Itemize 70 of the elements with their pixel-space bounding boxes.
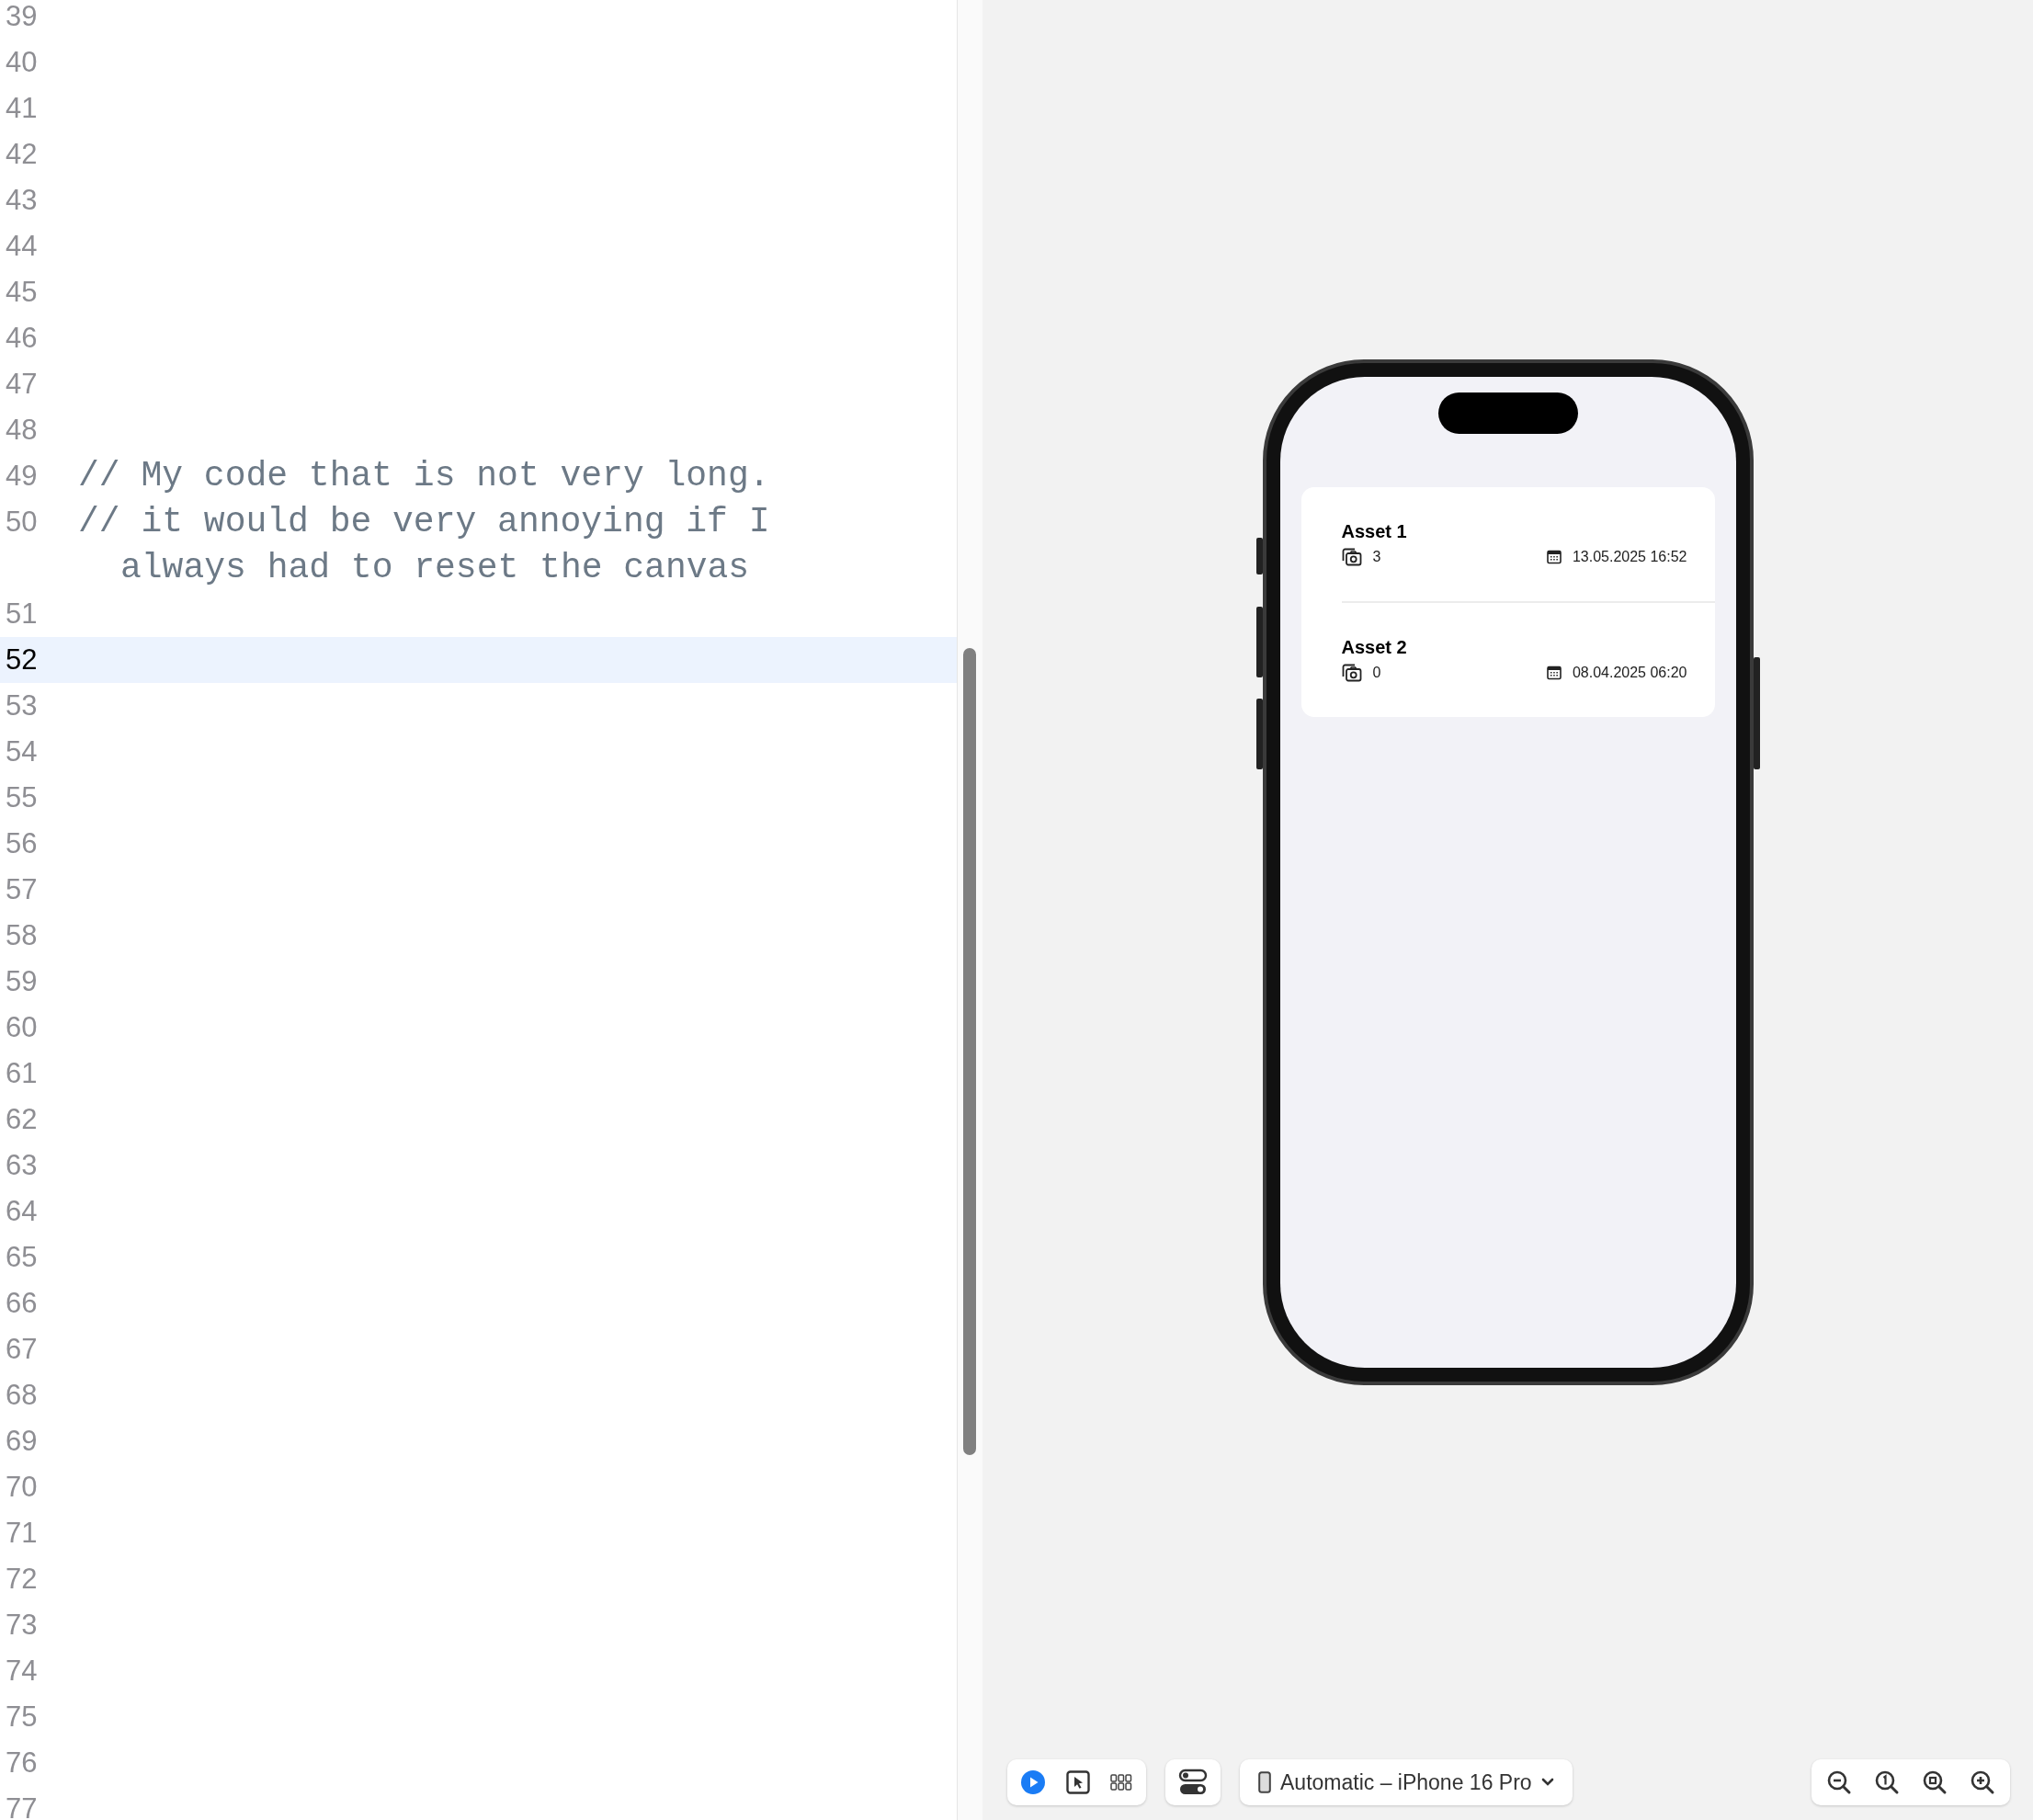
line-number: 62: [5, 1102, 39, 1137]
phone-icon: [1258, 1771, 1271, 1793]
zoom-fit-button[interactable]: [1922, 1769, 1948, 1795]
magnifier-icon: [1970, 1769, 1995, 1795]
line-number: 71: [5, 1516, 39, 1551]
line-number: 57: [5, 872, 39, 907]
line-number: 59: [5, 964, 39, 999]
settings-toggle-button[interactable]: [1178, 1769, 1208, 1796]
line-number: 48: [5, 413, 39, 448]
code-comment: // My code that is not very long.: [78, 455, 771, 497]
line-number: 65: [5, 1240, 39, 1275]
line-number: 45: [5, 275, 39, 310]
play-icon: [1020, 1769, 1046, 1795]
line-number: 58: [5, 918, 39, 953]
line-number: 54: [5, 734, 39, 769]
asset-title: Asset 1: [1341, 520, 1408, 542]
cursor-icon: [1066, 1770, 1090, 1794]
line-number: 76: [5, 1746, 39, 1780]
line-number: 43: [5, 183, 39, 218]
line-number: 49: [5, 459, 39, 494]
chevron-down-icon: [1540, 1778, 1554, 1787]
line-number: 39: [5, 0, 39, 34]
asset-date: 13.05.2025 16:52: [1572, 548, 1687, 566]
grid-icon: [1110, 1772, 1133, 1792]
magnifier-icon: [1922, 1769, 1948, 1795]
line-number: 75: [5, 1700, 39, 1735]
line-number: 61: [5, 1056, 39, 1091]
line-number: 74: [5, 1654, 39, 1689]
line-number: 52: [5, 643, 39, 677]
line-number: 50: [5, 505, 39, 540]
zoom-in-button[interactable]: [1970, 1769, 1995, 1795]
toggle-icon: [1178, 1769, 1208, 1796]
asset-title: Asset 2: [1341, 636, 1408, 658]
line-number: 67: [5, 1332, 39, 1367]
line-number: 56: [5, 826, 39, 861]
camera-stack-icon: [1341, 664, 1362, 682]
line-number: 64: [5, 1194, 39, 1229]
line-number: 55: [5, 780, 39, 815]
line-number: 41: [5, 91, 39, 126]
zoom-actual-size-button[interactable]: [1874, 1769, 1900, 1795]
line-number: 47: [5, 367, 39, 402]
photo-count: 0: [1372, 664, 1381, 682]
scrollbar-thumb[interactable]: [963, 648, 976, 1455]
line-number: 69: [5, 1424, 39, 1459]
line-number: 66: [5, 1286, 39, 1321]
line-number: 51: [5, 597, 39, 631]
line-number: 73: [5, 1608, 39, 1643]
calendar-icon: [1546, 665, 1562, 680]
variants-mode-button[interactable]: [1110, 1772, 1133, 1792]
line-number: 60: [5, 1010, 39, 1045]
asset-date: 08.04.2025 06:20: [1572, 664, 1687, 682]
line-number: 44: [5, 229, 39, 264]
code-comment: // it would be very annoying if I always had to reset the canvas: [78, 501, 771, 589]
line-number: 53: [5, 688, 39, 723]
live-mode-button[interactable]: [1020, 1769, 1046, 1795]
magnifier-icon: [1826, 1769, 1852, 1795]
line-number: 77: [5, 1792, 39, 1820]
zoom-out-button[interactable]: [1826, 1769, 1852, 1795]
line-number: 63: [5, 1148, 39, 1183]
line-number: 46: [5, 321, 39, 356]
photo-count: 3: [1372, 548, 1381, 566]
magnifier-icon: [1874, 1769, 1900, 1795]
line-number: 68: [5, 1378, 39, 1413]
line-number: 70: [5, 1470, 39, 1505]
line-number: 42: [5, 137, 39, 172]
line-number: 40: [5, 45, 39, 80]
line-number: 72: [5, 1562, 39, 1597]
select-mode-button[interactable]: [1066, 1770, 1090, 1794]
calendar-icon: [1546, 550, 1562, 564]
camera-stack-icon: [1341, 548, 1362, 566]
